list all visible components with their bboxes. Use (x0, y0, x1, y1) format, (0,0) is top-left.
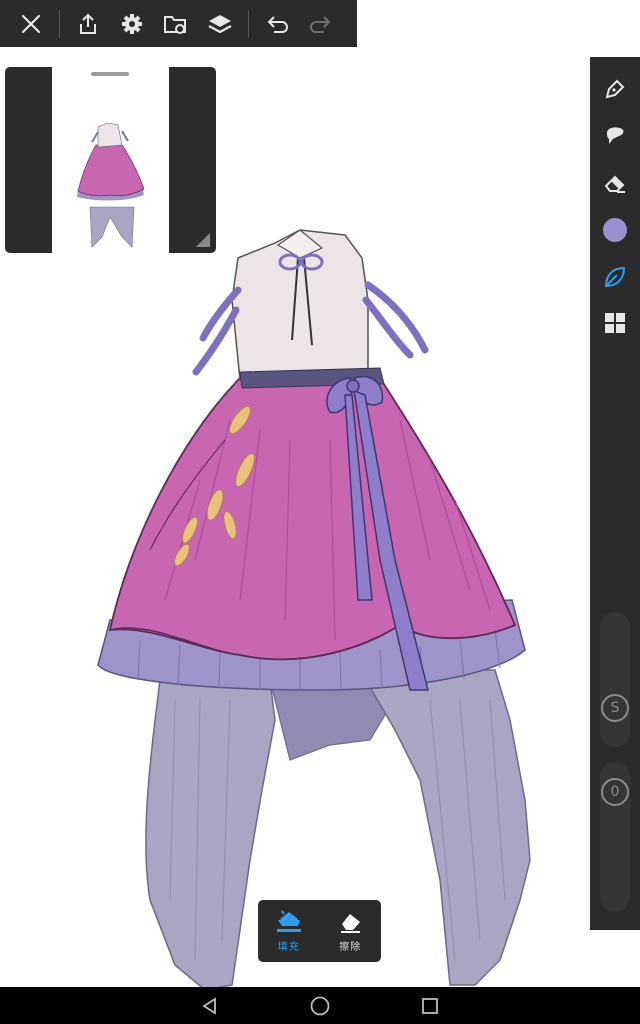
erase-fill-button[interactable]: 擦除 (320, 900, 382, 962)
grid-menu-button[interactable] (595, 303, 635, 343)
share-icon (80, 13, 96, 34)
erase-label: 擦除 (339, 941, 362, 953)
redo-icon (309, 15, 331, 33)
settings-button[interactable] (110, 0, 154, 47)
nav-back-button[interactable] (180, 987, 240, 1024)
back-triangle-icon (202, 996, 216, 1015)
brush-size-slider[interactable] (600, 612, 630, 747)
undo-icon (267, 15, 289, 33)
paint-bucket-icon (276, 909, 301, 932)
fill-label: 填充 (277, 941, 300, 953)
color-picker-button[interactable] (595, 210, 635, 250)
main-skirt (108, 377, 517, 661)
brush-library-button[interactable] (595, 257, 635, 297)
right-tool-rail: S 0 (590, 57, 640, 930)
layers-icon (208, 14, 232, 33)
system-navigation-bar (0, 987, 640, 1024)
brush-opacity-knob[interactable]: 0 (601, 778, 629, 806)
gear-icon (122, 13, 142, 34)
smudge-icon (607, 127, 624, 144)
drape-left (145, 679, 276, 991)
recents-square-icon (422, 997, 438, 1014)
gallery-button[interactable] (154, 0, 198, 47)
preview-drag-handle[interactable] (91, 72, 129, 76)
grid-icon (605, 313, 625, 333)
eraser-icon (341, 913, 361, 933)
reference-preview-panel[interactable] (5, 67, 216, 253)
undo-button[interactable] (255, 0, 299, 47)
nav-recents-button[interactable] (400, 987, 460, 1024)
nav-home-button[interactable] (290, 987, 350, 1024)
pen-icon (605, 79, 625, 99)
fill-button[interactable]: 填充 (258, 900, 320, 962)
home-circle-icon (310, 996, 330, 1015)
fill-tool-popup: 填充 擦除 (258, 900, 381, 962)
toolbar-divider (59, 9, 60, 38)
drape-right (358, 669, 531, 986)
export-button[interactable] (66, 0, 110, 47)
top-toolbar (0, 0, 357, 47)
folder-icon (164, 15, 186, 34)
close-button[interactable] (9, 0, 53, 47)
close-icon (21, 14, 41, 33)
dress-illustration (97, 229, 531, 991)
leaf-brush-icon (604, 266, 626, 288)
brush-size-knob[interactable]: S (601, 694, 629, 722)
resize-handle-icon[interactable] (194, 231, 212, 249)
eraser-tool-button[interactable] (595, 163, 635, 203)
toolbar-divider (248, 9, 249, 38)
current-color-swatch (603, 218, 627, 242)
smudge-tool-button[interactable] (595, 115, 635, 155)
redo-button[interactable] (299, 0, 343, 47)
preview-thumbnail (52, 67, 169, 253)
layers-button[interactable] (198, 0, 242, 47)
eraser-icon (604, 175, 625, 193)
pen-tool-button[interactable] (595, 69, 635, 109)
